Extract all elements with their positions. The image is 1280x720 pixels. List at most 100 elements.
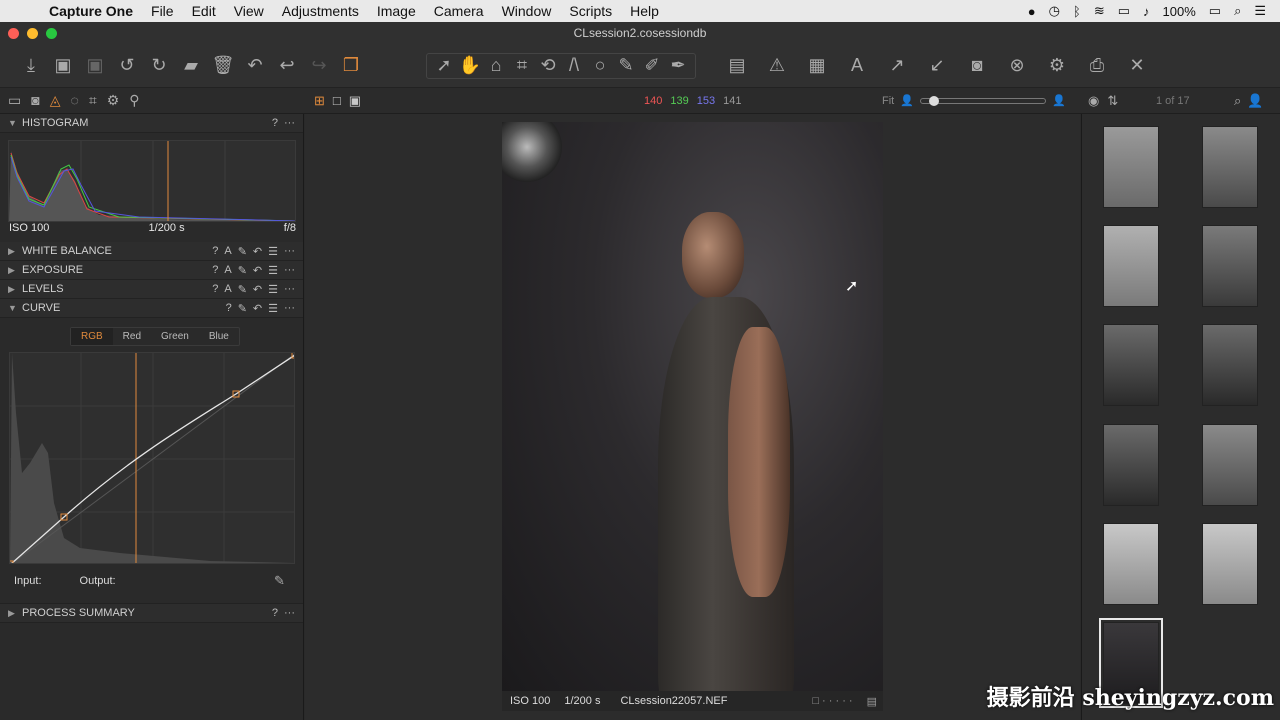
clear-icon[interactable]: ⊗ xyxy=(1004,53,1030,79)
thumbnail[interactable] xyxy=(1202,324,1258,406)
settings-icon[interactable]: ⚙ xyxy=(1044,53,1070,79)
curve-header[interactable]: ▼ CURVE ? ✎ ↶ ☰ ··· xyxy=(0,299,303,318)
presets-icon[interactable]: ☰ xyxy=(268,245,278,258)
thumbnail[interactable] xyxy=(1103,225,1159,307)
keystone-tool-icon[interactable]: /\ xyxy=(561,53,587,79)
reset-icon[interactable]: ↶ xyxy=(253,302,262,315)
brush-tool-icon[interactable]: ✎ xyxy=(613,53,639,79)
more-icon[interactable]: ··· xyxy=(284,117,295,129)
capture-tab-icon[interactable]: ◙ xyxy=(31,92,39,109)
white-balance-header[interactable]: ▶ WHITE BALANCE ? A ✎ ↶ ☰ ··· xyxy=(0,242,303,261)
annotate-tool-icon[interactable]: ✒ xyxy=(665,53,691,79)
crop-tool-icon[interactable]: ⌗ xyxy=(509,53,535,79)
thumbnail[interactable] xyxy=(1103,126,1159,208)
help-icon[interactable]: ? xyxy=(212,245,218,258)
thumbnail[interactable] xyxy=(1103,424,1159,506)
pan-tool-icon[interactable]: ✋ xyxy=(457,53,483,79)
volume-icon[interactable]: ♪ xyxy=(1143,4,1150,19)
eye-icon[interactable]: ◉ xyxy=(1088,93,1099,109)
exposure-header[interactable]: ▶ EXPOSURE ? A ✎ ↶ ☰ ··· xyxy=(0,261,303,280)
details-tab-icon[interactable]: ⚙ xyxy=(107,92,120,109)
histogram-header[interactable]: ▼ HISTOGRAM ? ··· xyxy=(0,114,303,133)
menu-adjustments[interactable]: Adjustments xyxy=(273,3,368,19)
help-icon[interactable]: ? xyxy=(272,117,278,129)
more-icon[interactable]: ··· xyxy=(284,607,295,619)
tab-rgb[interactable]: RGB xyxy=(71,328,113,345)
creative-cloud-icon[interactable]: ● xyxy=(1028,4,1036,19)
sort-icon[interactable]: ⇅ xyxy=(1107,93,1118,109)
image-viewer[interactable]: ISO 100 1/200 s CLsession22057.NEF □ · ·… xyxy=(305,114,1080,720)
help-icon[interactable]: ? xyxy=(272,607,278,619)
eyedropper-icon[interactable]: ✎ xyxy=(274,573,285,589)
more-icon[interactable]: ··· xyxy=(284,245,295,258)
thumbnail[interactable] xyxy=(1202,424,1258,506)
color-tab-icon[interactable]: ◬ xyxy=(50,92,61,109)
picker-icon[interactable]: ✎ xyxy=(238,302,247,315)
wifi-icon[interactable]: ≋ xyxy=(1094,3,1105,19)
close-window-button[interactable] xyxy=(8,28,19,39)
tab-blue[interactable]: Blue xyxy=(199,328,239,345)
more-icon[interactable]: ··· xyxy=(284,264,295,277)
exposure-warning-icon[interactable]: ⚠ xyxy=(764,53,790,79)
copy-adjustments-icon[interactable]: ↗ xyxy=(884,53,910,79)
tab-green[interactable]: Green xyxy=(151,328,199,345)
help-icon[interactable]: ? xyxy=(212,283,218,296)
more-icon[interactable]: ··· xyxy=(284,302,295,315)
rotate-tool-icon[interactable]: ⟲ xyxy=(535,53,561,79)
thumbnail[interactable] xyxy=(1202,225,1258,307)
loupe-tool-icon[interactable]: ⌂ xyxy=(483,53,509,79)
library-tab-icon[interactable]: ▭ xyxy=(8,92,21,109)
menu-image[interactable]: Image xyxy=(368,3,425,19)
select-tool-icon[interactable]: ➚ xyxy=(431,53,457,79)
zoom-slider-knob[interactable] xyxy=(928,95,939,106)
import-icon[interactable]: ⤓ xyxy=(18,53,44,79)
bluetooth-icon[interactable]: ᛒ xyxy=(1073,4,1081,19)
auto-icon[interactable]: A xyxy=(224,264,231,277)
variants-icon[interactable]: ❐ xyxy=(338,53,364,79)
info-icon[interactable]: ▤ xyxy=(867,695,883,708)
menu-camera[interactable]: Camera xyxy=(425,3,493,19)
camera-icon[interactable]: ◙ xyxy=(964,53,990,79)
auto-icon[interactable]: A xyxy=(224,283,231,296)
redo-icon[interactable]: ↪ xyxy=(306,53,332,79)
customize-icon[interactable]: ✕ xyxy=(1124,53,1150,79)
thumbnail[interactable] xyxy=(1202,126,1258,208)
reset-icon[interactable]: ↶ xyxy=(253,245,262,258)
help-icon[interactable]: ? xyxy=(226,302,232,315)
picker-tool-icon[interactable]: ✐ xyxy=(639,53,665,79)
curve-graph[interactable] xyxy=(9,352,295,564)
spotlight-icon[interactable]: ⌕ xyxy=(1234,3,1241,19)
undo-icon[interactable]: ↩ xyxy=(274,53,300,79)
exposure-tab-icon[interactable]: ◌ xyxy=(70,92,78,109)
app-menu[interactable]: Capture One xyxy=(40,3,142,19)
levels-header[interactable]: ▶ LEVELS ? A ✎ ↶ ☰ ··· xyxy=(0,280,303,299)
minimize-window-button[interactable] xyxy=(27,28,38,39)
more-icon[interactable]: ··· xyxy=(284,283,295,296)
menu-help[interactable]: Help xyxy=(621,3,668,19)
menu-scripts[interactable]: Scripts xyxy=(560,3,621,19)
thumbnail[interactable] xyxy=(1202,523,1258,605)
lens-tab-icon[interactable]: ⌗ xyxy=(89,92,97,109)
process-summary-header[interactable]: ▶ PROCESS SUMMARY ? ··· xyxy=(0,604,303,623)
help-icon[interactable]: ? xyxy=(212,264,218,277)
picker-icon[interactable]: ✎ xyxy=(238,245,247,258)
presets-icon[interactable]: ☰ xyxy=(268,302,278,315)
viewer-info-icon[interactable]: ▤ xyxy=(724,53,750,79)
main-photo[interactable] xyxy=(502,122,883,691)
print-icon[interactable]: ⎙ xyxy=(1084,53,1110,79)
menu-file[interactable]: File xyxy=(142,3,183,19)
airplay-icon[interactable]: ▭ xyxy=(1118,3,1130,19)
menu-window[interactable]: Window xyxy=(493,3,561,19)
single-view-icon[interactable]: □ xyxy=(333,93,341,109)
user-icon[interactable]: 👤 xyxy=(1247,93,1263,109)
tab-red[interactable]: Red xyxy=(113,328,151,345)
capture-icon[interactable]: ▣ xyxy=(50,53,76,79)
picker-icon[interactable]: ✎ xyxy=(238,283,247,296)
apply-adjustments-icon[interactable]: ↙ xyxy=(924,53,950,79)
menu-edit[interactable]: Edit xyxy=(183,3,225,19)
move-to-icon[interactable]: ▰ xyxy=(178,53,204,79)
presets-icon[interactable]: ☰ xyxy=(268,264,278,277)
zoom-window-button[interactable] xyxy=(46,28,57,39)
live-view-icon[interactable]: ▣ xyxy=(82,53,108,79)
reset-icon[interactable]: ↶ xyxy=(242,53,268,79)
